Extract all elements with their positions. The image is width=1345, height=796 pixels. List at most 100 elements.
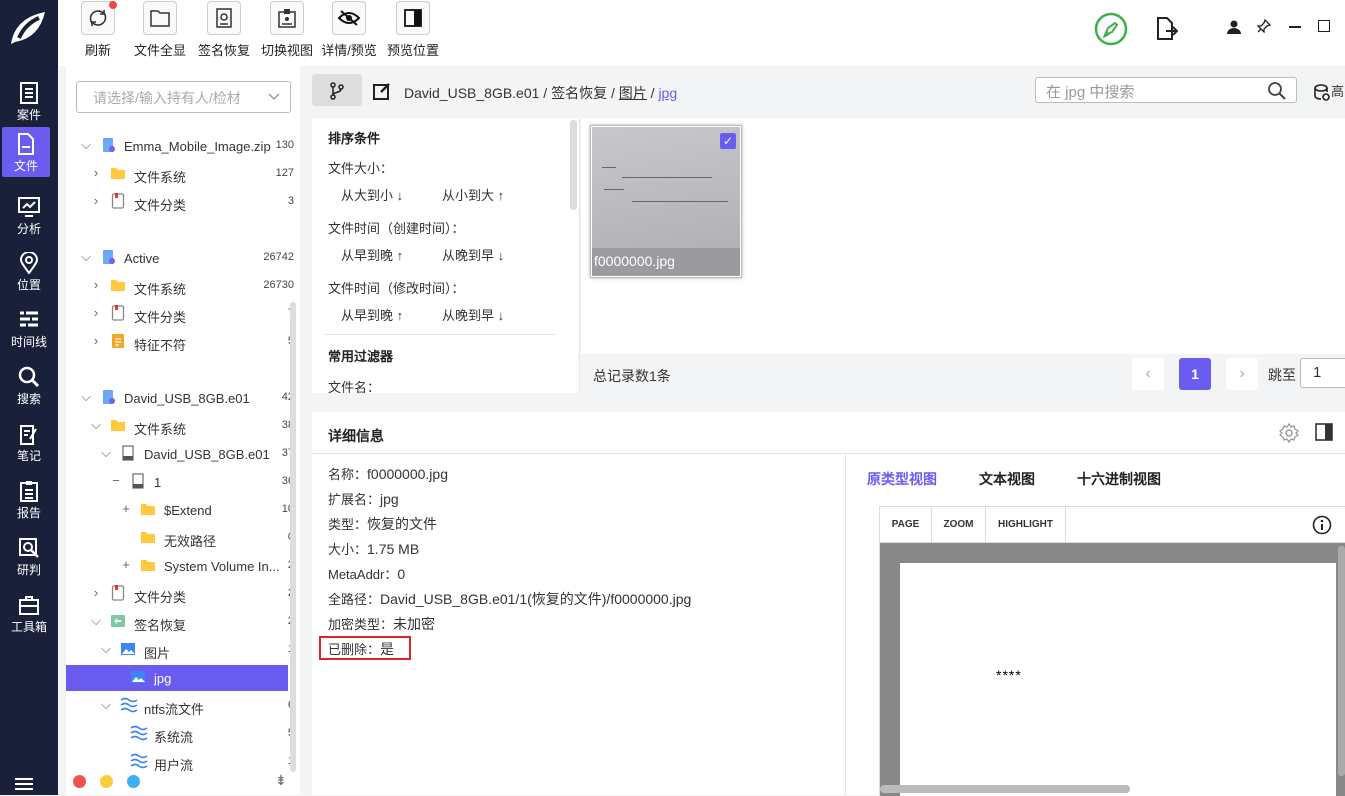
rocket-status-icon[interactable] bbox=[1094, 12, 1128, 46]
chevron-down-icon[interactable]: ⌵ bbox=[80, 250, 92, 264]
highlight-tool-button[interactable]: HIGHLIGHT bbox=[986, 507, 1066, 543]
nav-notes[interactable]: 笔记 bbox=[0, 417, 58, 467]
zoom-tool-button[interactable]: ZOOM bbox=[932, 507, 986, 543]
info-icon[interactable] bbox=[1312, 515, 1332, 535]
refresh-button[interactable]: 刷新 bbox=[80, 0, 117, 64]
tree-toggle-button[interactable] bbox=[312, 74, 362, 106]
tree-row[interactable]: ›文件分类2 bbox=[66, 581, 294, 607]
nav-judge[interactable]: 研判 bbox=[0, 531, 58, 581]
nav-analysis[interactable]: 分析 bbox=[0, 190, 58, 240]
jump-input[interactable]: 1 bbox=[1300, 358, 1345, 388]
breadcrumb-jpg[interactable]: jpg bbox=[658, 85, 677, 101]
tree-row[interactable]: ⌵签名恢复2 bbox=[66, 609, 294, 635]
sort-ctime-asc[interactable]: 从早到晚 ↑ bbox=[341, 245, 403, 264]
chevron-right-icon[interactable]: › bbox=[90, 278, 102, 292]
location-icon bbox=[19, 252, 39, 274]
chevron-down-icon[interactable]: ⌵ bbox=[80, 390, 92, 404]
menu-icon[interactable] bbox=[14, 777, 34, 791]
tree-row[interactable]: › 文件系统 127 bbox=[66, 161, 294, 187]
sort-mtime-asc[interactable]: 从早到晚 ↑ bbox=[341, 305, 403, 324]
chevron-right-icon[interactable]: › bbox=[90, 334, 102, 348]
sort-ctime-desc[interactable]: 从晚到早 ↓ bbox=[442, 245, 504, 264]
preview-hscrollbar[interactable] bbox=[880, 785, 1130, 793]
nav-case[interactable]: 案件 bbox=[0, 76, 58, 126]
thumbnail-card[interactable]: f0000000.jpg ✓ bbox=[590, 125, 742, 278]
collapse-icon[interactable]: − bbox=[110, 474, 122, 488]
tree-row[interactable]: ⌵ntfs流文件6 bbox=[66, 693, 294, 719]
tree-row[interactable]: › 文件分类 3 bbox=[66, 189, 294, 215]
detail-preview-button[interactable]: 详情/预览 bbox=[318, 0, 380, 64]
tree-row[interactable]: +System Volume In...2 bbox=[66, 553, 294, 579]
tree-row[interactable]: ⌵ 文件系统 38 bbox=[66, 413, 294, 439]
tree-row[interactable]: 无效路径0 bbox=[66, 525, 294, 551]
next-page-button[interactable]: › bbox=[1226, 358, 1258, 390]
export-icon[interactable] bbox=[1156, 17, 1178, 41]
prev-page-button[interactable]: ‹ bbox=[1132, 358, 1164, 390]
tree-row[interactable]: ⌵图片1 bbox=[66, 637, 294, 663]
panel-icon[interactable] bbox=[1315, 423, 1333, 441]
tree-row[interactable]: jpg1 bbox=[66, 665, 294, 691]
expand-icon[interactable]: + bbox=[120, 502, 132, 516]
blue-dot[interactable] bbox=[127, 775, 140, 788]
breadcrumb-images[interactable]: 图片 bbox=[619, 85, 647, 101]
nav-location[interactable]: 位置 bbox=[0, 246, 58, 296]
chevron-right-icon[interactable]: › bbox=[90, 586, 102, 600]
user-icon[interactable] bbox=[1227, 20, 1241, 34]
tab-native-view[interactable]: 原类型视图 bbox=[867, 469, 937, 489]
tree-row[interactable]: 用户流1 bbox=[66, 749, 294, 775]
tree-row[interactable]: + $Extend 10 bbox=[66, 497, 294, 523]
tree-row[interactable]: ⌵ Active 26742 bbox=[66, 245, 294, 271]
chevron-down-icon[interactable]: ⌵ bbox=[100, 642, 112, 656]
sort-size-desc[interactable]: 从大到小 ↓ bbox=[341, 185, 403, 204]
search-icon[interactable] bbox=[1268, 82, 1286, 100]
chevron-down-icon[interactable]: ⌵ bbox=[90, 614, 102, 628]
nav-toolbox[interactable]: 工具箱 bbox=[0, 588, 58, 638]
chevron-right-icon[interactable]: › bbox=[90, 306, 102, 320]
red-dot[interactable] bbox=[73, 775, 86, 788]
tree-row[interactable]: 系统流5 bbox=[66, 721, 294, 747]
minimize-icon[interactable] bbox=[1289, 26, 1301, 28]
preview-position-button[interactable]: 预览位置 bbox=[384, 0, 442, 64]
tree-scrollbar[interactable] bbox=[290, 302, 296, 772]
maximize-icon[interactable] bbox=[1318, 20, 1330, 32]
chevron-right-icon[interactable]: › bbox=[90, 166, 102, 180]
tab-hex-view[interactable]: 十六进制视图 bbox=[1077, 469, 1161, 489]
tab-text-view[interactable]: 文本视图 bbox=[979, 469, 1035, 489]
tree-row[interactable]: ⌵ David_USB_8GB.e01 37 bbox=[66, 441, 294, 467]
chevron-down-icon[interactable]: ⌵ bbox=[80, 138, 92, 152]
tree-row[interactable]: ⌵ Emma_Mobile_Image.zip 130 bbox=[66, 133, 294, 159]
tree-row[interactable]: ›特征不符5 bbox=[66, 329, 294, 355]
sort-size-asc[interactable]: 从小到大 ↑ bbox=[442, 185, 504, 204]
search-input[interactable]: 在 jpg 中搜索 bbox=[1035, 77, 1297, 103]
sort-mtime-desc[interactable]: 从晚到早 ↓ bbox=[442, 305, 504, 324]
chevron-down-icon[interactable]: ⌵ bbox=[90, 418, 102, 432]
breadcrumb-path[interactable]: David_USB_8GB.e01 / 签名恢复 / bbox=[404, 85, 619, 101]
chevron-down-icon[interactable]: ⌵ bbox=[100, 446, 112, 460]
nav-timeline[interactable]: 时间线 bbox=[0, 303, 58, 353]
tree-row[interactable]: ⌵ David_USB_8GB.e01 42 bbox=[66, 385, 294, 411]
current-page-button[interactable]: 1 bbox=[1179, 358, 1211, 390]
expand-icon[interactable]: + bbox=[120, 558, 132, 572]
gear-icon[interactable] bbox=[1279, 423, 1299, 443]
tree-row[interactable]: ›文件分类7 bbox=[66, 301, 294, 327]
pin-icon[interactable] bbox=[1257, 19, 1271, 33]
preview-vscrollbar[interactable] bbox=[1338, 546, 1345, 776]
page-tool-button[interactable]: PAGE bbox=[880, 507, 932, 543]
switch-view-button[interactable]: 切换视图 bbox=[258, 0, 316, 64]
sort-scrollbar[interactable] bbox=[570, 120, 577, 210]
chevron-right-icon[interactable]: › bbox=[90, 194, 102, 208]
advanced-search-button[interactable]: 高 bbox=[1313, 81, 1344, 102]
holder-selector[interactable]: 请选择/输入持有人/检材 bbox=[76, 81, 291, 113]
collapse-all-icon[interactable]: ⇟ bbox=[275, 772, 287, 789]
nav-search[interactable]: 搜索 bbox=[0, 360, 58, 410]
tree-row[interactable]: −1 36 bbox=[66, 469, 294, 495]
signature-recover-button[interactable]: 签名恢复 bbox=[194, 0, 254, 64]
nav-report[interactable]: 报告 bbox=[0, 474, 58, 524]
edit-icon[interactable] bbox=[373, 82, 391, 100]
tree-row[interactable]: › 文件系统 26730 bbox=[66, 273, 294, 299]
yellow-dot[interactable] bbox=[100, 775, 113, 788]
nav-file[interactable]: 文件 bbox=[2, 127, 50, 177]
thumbnail-checkbox[interactable]: ✓ bbox=[720, 133, 736, 149]
show-all-files-button[interactable]: 文件全显 bbox=[130, 0, 190, 64]
chevron-down-icon[interactable]: ⌵ bbox=[100, 698, 112, 712]
